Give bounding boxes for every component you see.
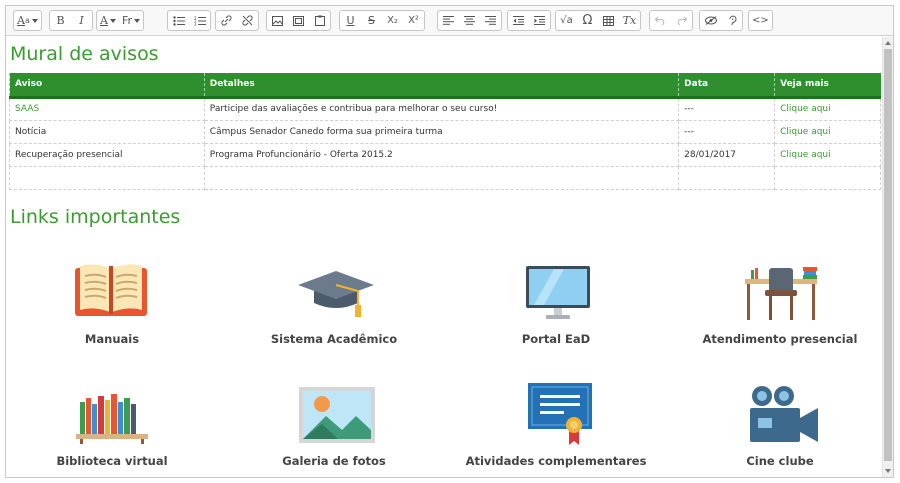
undo-icon[interactable]	[650, 11, 671, 30]
veja-cell	[774, 165, 881, 190]
table-icon[interactable]	[598, 11, 619, 30]
history-group	[649, 10, 693, 31]
superscript-button[interactable]: X²	[403, 11, 424, 30]
screen-reader-icon[interactable]	[721, 11, 742, 30]
aviso-cell: Notícia	[9, 119, 205, 144]
mural-header-row: Aviso Detalhes Data Veja mais	[9, 73, 881, 99]
underline-button[interactable]: U	[340, 11, 361, 30]
link-biblioteca-virtual[interactable]: Biblioteca virtual	[6, 454, 222, 468]
font-color-dropdown[interactable]: A	[97, 11, 119, 30]
data-cell: ---	[678, 119, 776, 144]
editor-toolbar: Aa B I A Fr 123 U S X₂ X² √a Ω Tx <>	[6, 6, 893, 36]
link-galeria-de-fotos[interactable]: Galeria de fotos	[224, 454, 444, 468]
style-group: Aa	[13, 10, 42, 31]
paste-icon[interactable]	[309, 11, 330, 30]
table-row: Notícia Câmpus Senador Canedo forma sua …	[9, 119, 881, 144]
aviso-cell[interactable]: SAAS	[9, 96, 205, 121]
align-group	[437, 10, 502, 31]
link-atividades-complementares[interactable]: Atividades complementares	[446, 454, 666, 468]
header-detalhes: Detalhes	[203, 73, 679, 99]
vertical-scrollbar[interactable]	[882, 37, 893, 477]
format-dropdown[interactable]: Fr	[119, 11, 143, 30]
link-cine-clube[interactable]: Cine clube	[670, 454, 882, 468]
photo-icon[interactable]	[298, 386, 376, 444]
aviso-cell: Recuperação presencial	[9, 142, 205, 167]
special-char-button[interactable]: Ω	[577, 11, 598, 30]
data-cell: ---	[678, 96, 776, 121]
header-data: Data	[678, 73, 775, 99]
align-center-icon[interactable]	[459, 11, 480, 30]
bulleted-list-icon[interactable]	[168, 11, 189, 30]
data-cell: 28/01/2017	[678, 142, 776, 167]
clique-aqui-link[interactable]: Clique aqui	[774, 142, 881, 167]
link-portal-ead[interactable]: Portal EaD	[446, 332, 666, 346]
header-aviso: Aviso	[9, 73, 205, 99]
detalhes-cell: Participe das avaliações e contribua par…	[203, 96, 680, 121]
book-icon[interactable]	[74, 262, 148, 322]
source-group: <>	[748, 10, 773, 31]
image-icon[interactable]	[267, 11, 288, 30]
table-row: SAAS Participe das avaliações e contribu…	[9, 96, 881, 121]
link-group	[215, 10, 259, 31]
media-icon[interactable]	[288, 11, 309, 30]
numbered-list-icon[interactable]: 123	[189, 11, 210, 30]
editor-content[interactable]: Mural de avisos Aviso Detalhes Data Veja…	[6, 37, 882, 477]
mural-title: Mural de avisos	[10, 43, 159, 65]
links-title: Links importantes	[10, 206, 181, 228]
accessibility-checker-icon[interactable]	[700, 11, 721, 30]
aviso-cell	[9, 165, 205, 190]
color-format-group: A Fr	[96, 10, 145, 31]
scroll-thumb[interactable]	[884, 49, 892, 461]
math-button[interactable]: √a	[556, 11, 577, 30]
data-cell	[678, 165, 776, 190]
table-row	[9, 165, 881, 190]
link-manuais[interactable]: Manuais	[6, 332, 222, 346]
monitor-icon[interactable]	[524, 264, 592, 322]
styles-dropdown[interactable]: Aa	[14, 11, 41, 30]
insert-group	[266, 10, 331, 31]
list-group: 123	[167, 10, 211, 31]
html-source-button[interactable]: <>	[749, 11, 772, 30]
movie-camera-icon[interactable]	[746, 384, 822, 444]
clique-aqui-link[interactable]: Clique aqui	[774, 119, 881, 144]
graduation-cap-icon[interactable]	[296, 267, 376, 319]
align-left-icon[interactable]	[438, 11, 459, 30]
detalhes-cell: Câmpus Senador Canedo forma sua primeira…	[203, 119, 680, 144]
indent-group	[507, 10, 551, 31]
special-group: √a Ω Tx	[555, 10, 641, 31]
bold-button[interactable]: B	[50, 11, 71, 30]
outdent-icon[interactable]	[508, 11, 529, 30]
subscript-button[interactable]: X₂	[382, 11, 403, 30]
bookshelf-icon[interactable]	[74, 386, 150, 444]
scroll-up-arrow-icon[interactable]	[885, 41, 891, 45]
svg-text:3: 3	[194, 22, 197, 26]
link-sistema-academico[interactable]: Sistema Acadêmico	[224, 332, 444, 346]
strikethrough-button[interactable]: S	[361, 11, 382, 30]
text-style-group: U S X₂ X²	[339, 10, 425, 31]
align-right-icon[interactable]	[480, 11, 501, 30]
scroll-down-arrow-icon[interactable]	[885, 469, 891, 473]
editor-frame: Aa B I A Fr 123 U S X₂ X² √a Ω Tx <> Mur…	[5, 5, 894, 478]
redo-icon[interactable]	[671, 11, 692, 30]
clear-format-button[interactable]: Tx	[619, 11, 640, 30]
accessibility-group	[699, 10, 743, 31]
header-veja-mais: Veja mais	[774, 73, 881, 99]
certificate-icon[interactable]	[526, 381, 594, 447]
italic-button[interactable]: I	[71, 11, 92, 30]
detalhes-cell: Programa Profuncionário - Oferta 2015.2	[203, 142, 680, 167]
unlink-icon[interactable]	[237, 11, 258, 30]
basic-style-group: B I	[49, 10, 93, 31]
indent-icon[interactable]	[529, 11, 550, 30]
desk-chair-icon[interactable]	[743, 264, 819, 322]
mural-table: Aviso Detalhes Data Veja mais SAAS Parti…	[9, 73, 881, 190]
link-atendimento-presencial[interactable]: Atendimento presencial	[670, 332, 882, 346]
clique-aqui-link[interactable]: Clique aqui	[774, 96, 881, 121]
detalhes-cell	[203, 165, 680, 190]
link-icon[interactable]	[216, 11, 237, 30]
table-row: Recuperação presencial Programa Profunci…	[9, 142, 881, 167]
